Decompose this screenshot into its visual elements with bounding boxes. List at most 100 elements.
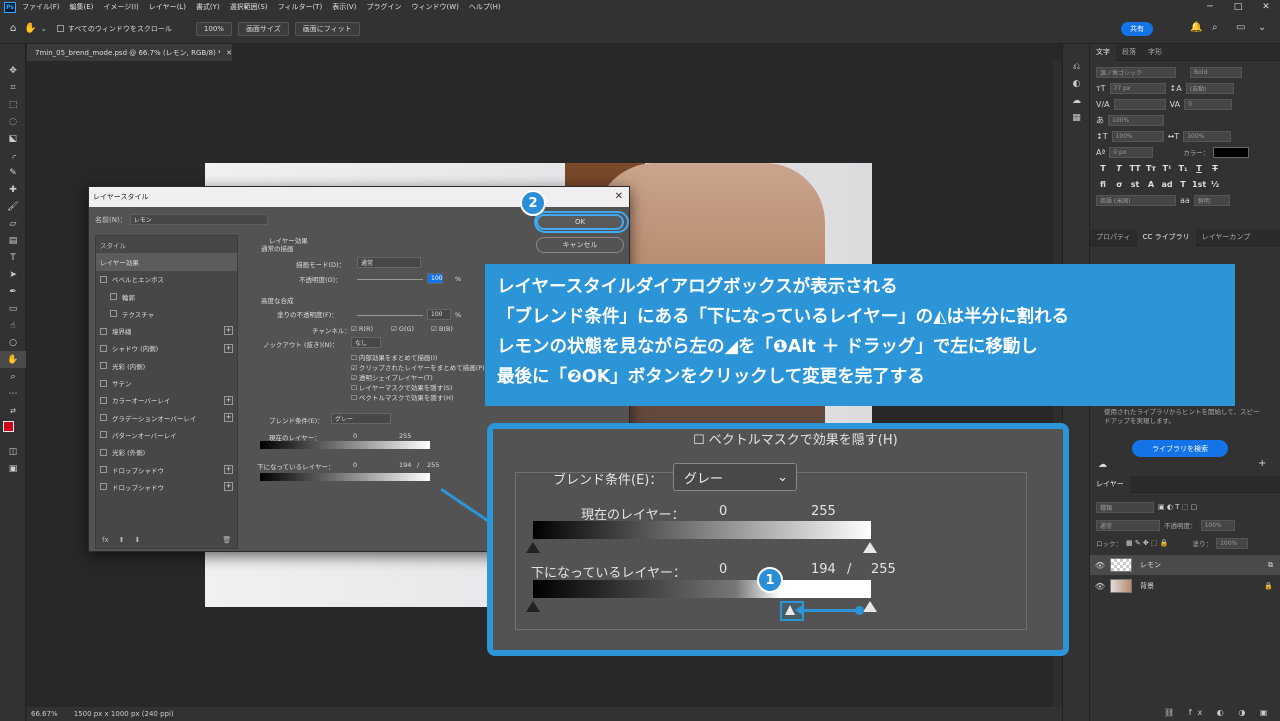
style-checkbox[interactable]: [100, 448, 107, 456]
style-checkbox[interactable]: [100, 275, 107, 283]
small-caps-button[interactable]: Tт: [1144, 164, 1158, 173]
close-tab-icon[interactable]: ✕: [226, 49, 232, 57]
fill-opacity-input[interactable]: 100: [427, 309, 451, 320]
all-caps-button[interactable]: TT: [1128, 164, 1142, 173]
search-library-button[interactable]: ライブラリを検索: [1132, 440, 1228, 457]
home-icon[interactable]: ⌂: [10, 23, 16, 34]
font-style-select[interactable]: Bold: [1190, 66, 1242, 78]
menu-item[interactable]: プラグイン: [366, 2, 401, 12]
style-list-item[interactable]: ドロップシャドウ +: [96, 461, 237, 478]
tracking-field[interactable]: 0: [1184, 98, 1233, 110]
history-icon[interactable]: ⎌: [1063, 58, 1090, 75]
style-header[interactable]: スタイル: [96, 236, 237, 253]
zoom-underlying-black-handle[interactable]: [526, 601, 540, 612]
tab-properties[interactable]: プロパティ: [1090, 229, 1137, 246]
style-checkbox[interactable]: [110, 293, 117, 301]
zoom-100-button[interactable]: 100%: [195, 21, 232, 36]
bell-icon[interactable]: 🔔: [1190, 22, 1202, 33]
style-checkbox[interactable]: [100, 396, 107, 404]
discretionary-button[interactable]: st: [1128, 180, 1142, 189]
text-color-swatch[interactable]: [1213, 146, 1250, 158]
ordinal-button[interactable]: 1st: [1192, 180, 1206, 189]
font-family-select[interactable]: 源ノ角ゴシック: [1096, 66, 1176, 78]
swap-colors-icon[interactable]: ⇄: [0, 402, 26, 419]
layer-kind-filter[interactable]: 種類: [1096, 501, 1154, 513]
style-list-item[interactable]: サテン: [96, 374, 237, 391]
style-list-item[interactable]: 輪郭: [96, 288, 237, 305]
style-checkbox[interactable]: [100, 344, 107, 352]
close-window-icon[interactable]: ✕: [1252, 0, 1280, 14]
layer-blend-mode-select[interactable]: 通常: [1096, 519, 1160, 531]
style-list-item[interactable]: パターンオーバーレイ: [96, 426, 237, 443]
kerning-field[interactable]: [1113, 98, 1166, 110]
move-up-icon[interactable]: ⬆: [119, 536, 125, 544]
vertical-scale-field[interactable]: 100%: [1111, 130, 1164, 142]
path-select-icon[interactable]: ➤: [0, 266, 26, 283]
workspace-icon[interactable]: ▭: [1236, 22, 1245, 33]
ellipse-icon[interactable]: ○: [0, 334, 26, 351]
stylistic-button[interactable]: ad: [1160, 180, 1174, 189]
blend-mode-select[interactable]: 通常: [357, 257, 421, 268]
swash-button[interactable]: A: [1144, 180, 1158, 189]
quick-mask-icon[interactable]: ◫: [0, 443, 26, 460]
hand-tool-icon[interactable]: ✋: [0, 351, 26, 368]
alternate-button[interactable]: ơ: [1112, 180, 1126, 189]
cloud-icon[interactable]: ☁: [1098, 460, 1107, 470]
libraries-icon[interactable]: ☁: [1063, 92, 1090, 109]
search-icon[interactable]: ⌕: [1212, 22, 1218, 33]
add-style-icon[interactable]: +: [224, 326, 233, 336]
add-style-icon[interactable]: +: [224, 395, 233, 405]
option-transparency-shapes[interactable]: ☑ 透明シェイプレイヤー(T): [351, 372, 433, 382]
ligature-button[interactable]: fi: [1096, 180, 1110, 189]
tab-character[interactable]: 文字: [1090, 43, 1116, 61]
hand-tool-icon[interactable]: ✋: [24, 23, 36, 34]
faux-italic-button[interactable]: T: [1112, 164, 1126, 173]
blend-if-select[interactable]: グレー: [331, 413, 391, 424]
cancel-button[interactable]: キャンセル: [536, 237, 624, 253]
menu-item[interactable]: 選択範囲(S): [230, 2, 268, 12]
superscript-button[interactable]: T¹: [1160, 164, 1174, 173]
menu-item[interactable]: 表示(V): [332, 2, 356, 12]
more-tools-icon[interactable]: ⋯: [0, 385, 26, 402]
gradient-tool-icon[interactable]: ▤: [0, 232, 26, 249]
tsume-field[interactable]: 100%: [1108, 114, 1164, 126]
option-interior-effects[interactable]: ☐ 内部効果をまとめて描画(I): [351, 352, 437, 362]
tab-glyphs[interactable]: 字形: [1142, 44, 1168, 61]
fraction-button[interactable]: ½: [1208, 180, 1222, 189]
fx-icon[interactable]: fx: [102, 536, 109, 544]
style-list-item[interactable]: シャドウ (内側) +: [96, 340, 237, 357]
style-checkbox[interactable]: [110, 310, 117, 318]
style-checkbox[interactable]: [100, 431, 107, 439]
tab-layers[interactable]: レイヤー: [1090, 475, 1130, 493]
style-list-item[interactable]: 光彩 (内側): [96, 357, 237, 374]
horizontal-scale-field[interactable]: 100%: [1183, 130, 1232, 142]
layer-fill-field[interactable]: 100%: [1216, 537, 1249, 549]
menu-item[interactable]: 書式(Y): [196, 2, 220, 12]
style-list-item[interactable]: カラーオーバーレイ +: [96, 392, 237, 409]
channel-g-checkbox[interactable]: ☑ G(G): [391, 325, 414, 333]
smudge-tool-icon[interactable]: ☝: [0, 317, 26, 334]
style-checkbox[interactable]: [100, 327, 107, 335]
eyedropper-tool-icon[interactable]: ✎: [0, 164, 26, 181]
option-layer-mask-hides[interactable]: ☐ レイヤーマスクで効果を隠す(S): [351, 382, 452, 392]
menu-item[interactable]: ウィンドウ(W): [411, 2, 458, 12]
antialias-select[interactable]: 鮮明: [1193, 194, 1230, 206]
add-style-icon[interactable]: +: [224, 482, 233, 492]
menu-item[interactable]: 編集(E): [70, 2, 94, 12]
lock-icons[interactable]: ▦ ✎ ✥ ⬚ 🔒: [1126, 539, 1169, 547]
knockout-select[interactable]: なし: [351, 337, 381, 348]
style-list-item[interactable]: レイヤー効果: [96, 253, 237, 271]
brush-tool-icon[interactable]: 🖌: [0, 198, 26, 215]
type-tool-icon[interactable]: T: [0, 249, 26, 266]
share-button[interactable]: 共有: [1121, 22, 1153, 36]
move-down-icon[interactable]: ⬇: [134, 536, 140, 544]
leading-field[interactable]: (自動): [1185, 82, 1234, 94]
style-checkbox[interactable]: [100, 379, 107, 387]
foreground-color-swatch[interactable]: [3, 421, 14, 432]
zoom-blend-if-select[interactable]: グレー ⌄: [673, 463, 797, 491]
lasso-tool-icon[interactable]: ◌: [0, 113, 26, 130]
menu-item[interactable]: ファイル(F): [22, 2, 60, 12]
menu-item[interactable]: レイヤー(L): [149, 2, 186, 12]
eraser-tool-icon[interactable]: ▱: [0, 215, 26, 232]
zoom-this-white-handle[interactable]: [863, 542, 877, 553]
